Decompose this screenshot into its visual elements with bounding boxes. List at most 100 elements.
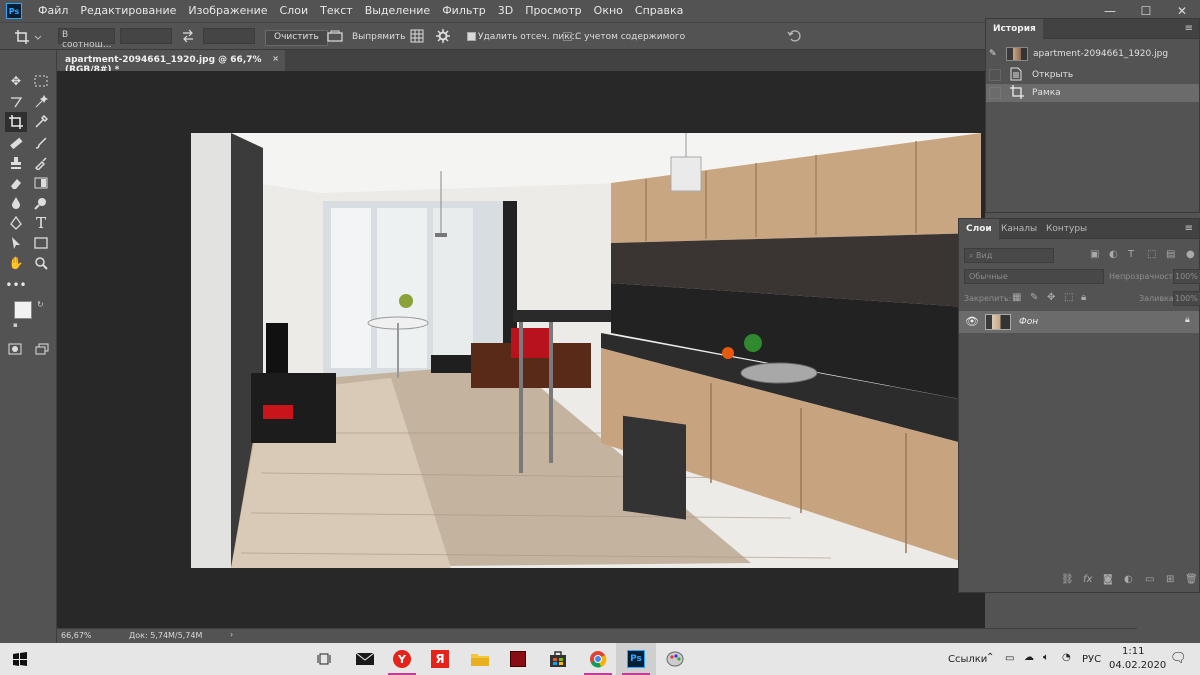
menu-file[interactable]: Файл	[32, 0, 74, 22]
filter-shape-icon[interactable]: ⬚	[1147, 249, 1156, 260]
quick-mask-icon[interactable]	[6, 340, 24, 358]
taskbar-store[interactable]	[538, 643, 578, 675]
start-button[interactable]	[0, 643, 40, 675]
panel-menu-icon[interactable]: ≡	[1185, 23, 1193, 34]
lock-transparent-icon[interactable]: ▦	[1012, 292, 1021, 303]
notification-icon[interactable]: 🗨︎	[1170, 651, 1187, 666]
layer-name[interactable]: Фон	[1019, 317, 1038, 327]
magic-wand-tool-icon[interactable]	[32, 93, 50, 111]
filter-type-icon[interactable]: T	[1128, 249, 1134, 260]
height-field[interactable]	[203, 28, 255, 44]
move-tool-icon[interactable]: ✥	[7, 72, 25, 90]
aspect-ratio-select[interactable]: В соотнош...	[58, 28, 115, 50]
hand-tool-icon[interactable]: ✋	[7, 254, 25, 272]
lock-image-icon[interactable]: ✎	[1030, 292, 1038, 303]
document-canvas[interactable]	[57, 71, 985, 643]
menu-view[interactable]: Просмотр	[519, 0, 587, 22]
menu-layers[interactable]: Слои	[274, 0, 315, 22]
dodge-tool-icon[interactable]	[32, 194, 50, 212]
menu-filter[interactable]: Фильтр	[436, 0, 492, 22]
menu-edit[interactable]: Редактирование	[74, 0, 182, 22]
straighten-label[interactable]: Выпрямить	[352, 32, 405, 42]
history-state-open[interactable]: Открыть	[986, 66, 1199, 84]
menu-help[interactable]: Справка	[629, 0, 689, 22]
crop-tool-preset-icon[interactable]	[14, 29, 42, 45]
path-selection-tool-icon[interactable]	[7, 234, 25, 252]
blend-mode-select[interactable]: Обычные	[964, 269, 1104, 284]
filter-toggle-icon[interactable]: ●	[1186, 249, 1195, 260]
menu-image[interactable]: Изображение	[182, 0, 273, 22]
straighten-icon[interactable]	[327, 29, 343, 43]
tab-paths[interactable]: Контуры	[1039, 219, 1094, 239]
language-indicator[interactable]: РУС	[1082, 654, 1101, 665]
fx-icon[interactable]: fx	[1083, 574, 1092, 585]
tab-layers[interactable]: Слои	[959, 219, 999, 239]
default-colors-icon[interactable]: ▪	[13, 321, 18, 329]
tab-channels[interactable]: Каналы	[994, 219, 1044, 239]
filter-smart-object-icon[interactable]: ▤	[1166, 249, 1175, 260]
reset-icon[interactable]	[787, 29, 803, 43]
link-layers-icon[interactable]: ⛓︎	[1061, 574, 1074, 585]
gradient-tool-icon[interactable]	[32, 174, 50, 192]
panel-menu-icon[interactable]: ≡	[1185, 223, 1193, 234]
history-brush-tool-icon[interactable]	[32, 154, 50, 172]
menu-select[interactable]: Выделение	[359, 0, 437, 22]
taskbar-paint[interactable]	[655, 643, 695, 675]
lock-all-icon[interactable]: 🔒︎	[1081, 292, 1086, 303]
screen-mode-icon[interactable]	[33, 340, 51, 358]
network-icon[interactable]: ◔	[1062, 652, 1071, 663]
adjustment-layer-icon[interactable]: ◐	[1124, 574, 1133, 585]
history-state-crop[interactable]: Рамка	[986, 84, 1199, 102]
taskbar-explorer[interactable]	[460, 643, 500, 675]
lasso-tool-icon[interactable]	[7, 93, 25, 111]
filter-pixel-icon[interactable]: ▣	[1090, 249, 1099, 260]
taskbar-yandex-browser[interactable]: Y	[382, 643, 422, 675]
taskbar-chrome[interactable]	[578, 643, 618, 675]
clock-date[interactable]: 04.02.2020	[1109, 660, 1166, 671]
history-snapshot[interactable]: ✎ apartment-2094661_1920.jpg	[986, 45, 1199, 63]
menu-window[interactable]: Окно	[588, 0, 629, 22]
foreground-color-swatch[interactable]	[14, 301, 32, 319]
taskbar-app-red[interactable]	[498, 643, 538, 675]
layer-filter-select[interactable]: ⌕ Вид	[964, 248, 1054, 263]
menu-type[interactable]: Текст	[314, 0, 359, 22]
volume-icon[interactable]: 🔈︎	[1043, 652, 1049, 663]
clock-time[interactable]: 1:11	[1122, 646, 1144, 657]
fill-field[interactable]: 100%	[1173, 291, 1200, 306]
lock-artboard-icon[interactable]: ⬚	[1064, 292, 1073, 303]
clone-stamp-tool-icon[interactable]	[7, 154, 25, 172]
delete-layer-icon[interactable]: 🗑︎	[1185, 574, 1198, 585]
eyedropper-tool-icon[interactable]	[32, 113, 50, 131]
battery-icon[interactable]: ▭	[1005, 653, 1014, 664]
add-mask-icon[interactable]: ◙	[1103, 574, 1113, 585]
lock-position-icon[interactable]: ✥	[1047, 292, 1055, 303]
history-source-checkbox[interactable]	[989, 69, 1001, 81]
gear-icon[interactable]	[436, 29, 450, 43]
chevron-up-icon[interactable]: ⌃	[986, 652, 994, 663]
zoom-tool-icon[interactable]	[32, 254, 50, 272]
tray-links-label[interactable]: Ссылки	[948, 654, 987, 665]
taskbar-yandex[interactable]: Я	[420, 643, 460, 675]
history-source-checkbox[interactable]	[989, 87, 1001, 99]
opacity-field[interactable]: 100%	[1173, 269, 1200, 284]
rectangle-tool-icon[interactable]	[32, 234, 50, 252]
brush-tool-icon[interactable]	[32, 134, 50, 152]
marquee-tool-icon[interactable]	[32, 72, 50, 90]
document-tab[interactable]: apartment-2094661_1920.jpg @ 66,7% (RGB/…	[57, 50, 285, 75]
taskbar-mail[interactable]	[345, 643, 385, 675]
eraser-tool-icon[interactable]	[7, 174, 25, 192]
swap-icon[interactable]	[182, 29, 194, 43]
crop-tool-icon[interactable]	[5, 112, 27, 132]
eye-icon[interactable]: 👁︎	[965, 315, 979, 328]
layer-row[interactable]: 👁︎ Фон 🔒︎	[959, 311, 1199, 333]
task-view-button[interactable]	[304, 643, 344, 675]
close-icon[interactable]: ×	[272, 54, 279, 63]
new-layer-icon[interactable]: ⊞	[1166, 574, 1174, 585]
cloud-icon[interactable]: ☁︎	[1024, 652, 1034, 663]
new-group-icon[interactable]: ▭	[1145, 574, 1154, 585]
blur-tool-icon[interactable]	[7, 194, 25, 212]
swap-colors-icon[interactable]: ↻	[37, 300, 44, 309]
status-menu-arrow[interactable]: ›	[230, 630, 233, 639]
more-tools-icon[interactable]: •••	[5, 276, 26, 294]
grid-overlay-icon[interactable]	[410, 29, 424, 43]
